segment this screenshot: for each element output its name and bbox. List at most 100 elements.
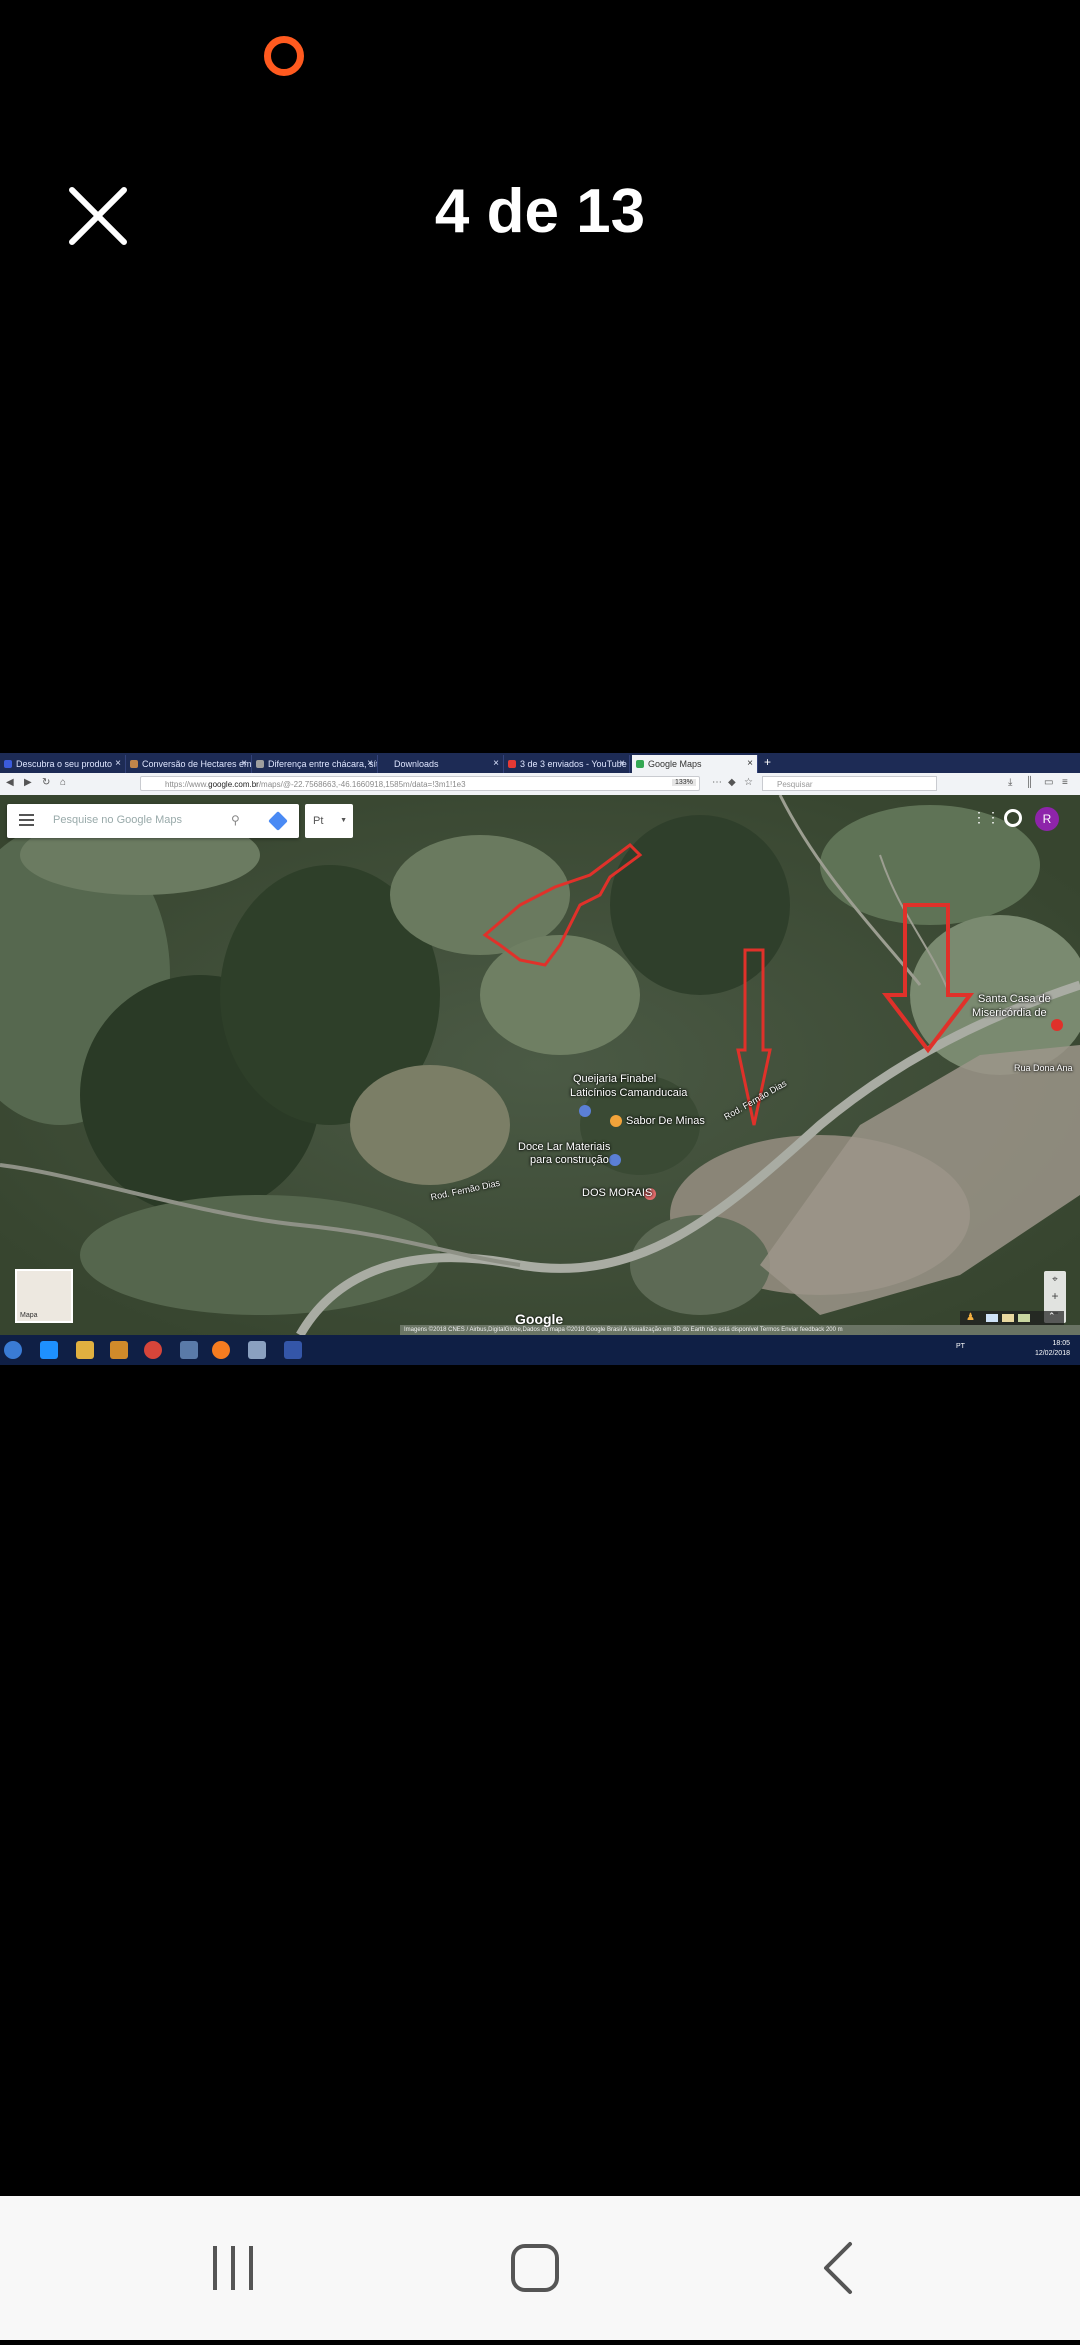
map-road-label: Rua Dona Ana bbox=[1014, 1063, 1073, 1073]
sidebar-icon: ▭ bbox=[1044, 777, 1054, 788]
satellite-map: Queijaria Finabel Laticínios Camanducaia… bbox=[0, 795, 1080, 1335]
imagery-thumb-icon bbox=[986, 1314, 998, 1322]
browser-tab: Descubra o seu produto × bbox=[0, 755, 126, 773]
url-path: /maps/@-22.7568663,-46.1660918,1585m/dat… bbox=[258, 780, 466, 789]
forward-icon: ▶ bbox=[24, 777, 32, 788]
zoom-in-icon: + bbox=[1051, 1289, 1059, 1303]
home-icon: ⌂ bbox=[60, 777, 67, 788]
tab-close-icon: × bbox=[493, 758, 499, 769]
tab-label: 3 de 3 enviados - YouTube bbox=[520, 759, 627, 769]
recent-apps-icon bbox=[213, 2246, 253, 2290]
system-navigation-bar bbox=[0, 2196, 1080, 2340]
back-icon: ◀ bbox=[6, 777, 14, 788]
satellite-imagery bbox=[0, 795, 1080, 1335]
tab-label: Google Maps bbox=[648, 759, 702, 769]
language-value: Pt bbox=[313, 815, 324, 827]
pocket-icon: ◆ bbox=[728, 777, 736, 788]
folder-icon bbox=[76, 1341, 94, 1359]
pegman-icon: ♟ bbox=[966, 1312, 975, 1323]
url-domain: google.com.br bbox=[208, 780, 259, 789]
tab-favicon-icon bbox=[4, 760, 12, 768]
avatar: R bbox=[1035, 807, 1059, 831]
map-label: para construção bbox=[530, 1154, 609, 1166]
menu-dots-icon: ⋯ bbox=[712, 777, 722, 788]
taskbar-clock: 18:05 12/02/2018 bbox=[1035, 1339, 1070, 1359]
windows-taskbar: PT 18:05 12/02/2018 bbox=[0, 1335, 1080, 1365]
back-button[interactable] bbox=[738, 2196, 938, 2340]
menu-icon bbox=[19, 814, 34, 829]
imagery-thumb-icon bbox=[1018, 1314, 1030, 1322]
tab-favicon-icon bbox=[256, 760, 264, 768]
tab-label: Conversão de Hectares em M... bbox=[142, 759, 252, 769]
url-field: https://www.google.com.br/maps/@-22.7568… bbox=[140, 776, 700, 791]
image-counter: 4 de 13 bbox=[434, 177, 646, 246]
tab-close-icon: × bbox=[747, 758, 753, 769]
imagery-thumb-icon bbox=[1002, 1314, 1014, 1322]
library-icon: ║ bbox=[1026, 777, 1034, 788]
app-icon bbox=[284, 1341, 302, 1359]
app-icon bbox=[180, 1341, 198, 1359]
taskbar-date: 12/02/2018 bbox=[1034, 1350, 1070, 1357]
ie-icon bbox=[40, 1341, 58, 1359]
tab-close-icon: × bbox=[619, 758, 625, 769]
zoom-level: 133% bbox=[672, 779, 696, 786]
recent-apps-button[interactable] bbox=[133, 2196, 333, 2340]
status-indicator-icon bbox=[264, 36, 304, 76]
bookmark-star-icon: ☆ bbox=[744, 777, 753, 788]
back-icon bbox=[824, 2242, 852, 2294]
start-icon bbox=[4, 1341, 22, 1359]
map-label: Laticínios Camanducaia bbox=[570, 1087, 688, 1099]
media-icon bbox=[110, 1341, 128, 1359]
home-icon bbox=[511, 2244, 559, 2292]
app-icon bbox=[248, 1341, 266, 1359]
chrome-icon bbox=[144, 1341, 162, 1359]
map-label: Santa Casa de bbox=[978, 993, 1051, 1005]
tab-label: Descubra o seu produto bbox=[16, 759, 113, 769]
browser-tab: Diferença entre chácara, sítio...× bbox=[252, 755, 378, 773]
tab-close-icon: × bbox=[241, 758, 247, 769]
hamburger-menu-icon: ≡ bbox=[1062, 777, 1068, 788]
browser-tab-active: Google Maps × bbox=[632, 755, 758, 773]
taskbar-language: PT bbox=[956, 1343, 965, 1350]
language-select: Pt ▼ bbox=[305, 804, 353, 838]
browser-tab-bar: Descubra o seu produto × Conversão de Hec… bbox=[0, 753, 1080, 773]
new-tab-icon: + bbox=[764, 755, 772, 769]
browser-search-field: Pesquisar bbox=[762, 776, 937, 791]
tab-label: Downloads bbox=[394, 759, 439, 769]
tab-favicon-icon bbox=[508, 760, 516, 768]
street-view-bar: ♟ ⌃ bbox=[960, 1311, 1064, 1325]
download-icon: ⤓ bbox=[1008, 777, 1013, 788]
url-prefix: https://www. bbox=[165, 780, 209, 789]
map-label: Doce Lar Materiais bbox=[518, 1141, 611, 1153]
tab-label: Diferença entre chácara, sítio... bbox=[268, 759, 377, 769]
browser-tab: Conversão de Hectares em M...× bbox=[126, 755, 252, 773]
maps-search-placeholder: Pesquise no Google Maps bbox=[53, 814, 183, 826]
map-label: Sabor De Minas bbox=[626, 1115, 705, 1127]
apps-grid-icon: ⋮⋮ bbox=[972, 809, 1000, 825]
search-icon: ⚲ bbox=[231, 813, 240, 827]
dropdown-arrow-icon: ▼ bbox=[340, 817, 347, 824]
taskbar-time: 18:05 bbox=[1052, 1340, 1070, 1347]
browser-tab: 3 de 3 enviados - YouTube × bbox=[504, 755, 630, 773]
browser-url-bar: ◀ ▶ ↻ ⌂ https://www.google.com.br/maps/@… bbox=[0, 773, 1080, 796]
photo-image[interactable]: Descubra o seu produto × Conversão de Hec… bbox=[0, 753, 1080, 1365]
firefox-icon bbox=[212, 1341, 230, 1359]
directions-icon bbox=[268, 811, 288, 831]
compass-icon: ⌖ bbox=[1052, 1274, 1058, 1285]
tab-favicon-icon bbox=[636, 760, 644, 768]
expand-icon: ⌃ bbox=[1048, 1311, 1056, 1321]
tab-favicon-icon bbox=[130, 760, 138, 768]
browser-tab: Downloads × bbox=[378, 755, 504, 773]
browser-search-placeholder: Pesquisar bbox=[777, 780, 813, 789]
tab-close-icon: × bbox=[367, 758, 373, 769]
layer-toggle-thumbnail: Mapa bbox=[15, 1269, 73, 1323]
map-label: DOS MORAIS bbox=[582, 1187, 653, 1199]
maps-search-box: Pesquise no Google Maps ⚲ bbox=[7, 804, 299, 838]
reload-icon: ↻ bbox=[42, 777, 51, 788]
notifications-icon bbox=[1004, 809, 1022, 827]
map-label: Queijaria Finabel bbox=[573, 1073, 657, 1085]
tab-close-icon: × bbox=[115, 758, 121, 769]
home-button[interactable] bbox=[435, 2196, 635, 2340]
layer-label: Mapa bbox=[20, 1312, 38, 1319]
map-label: Misericórdia de bbox=[972, 1007, 1047, 1019]
